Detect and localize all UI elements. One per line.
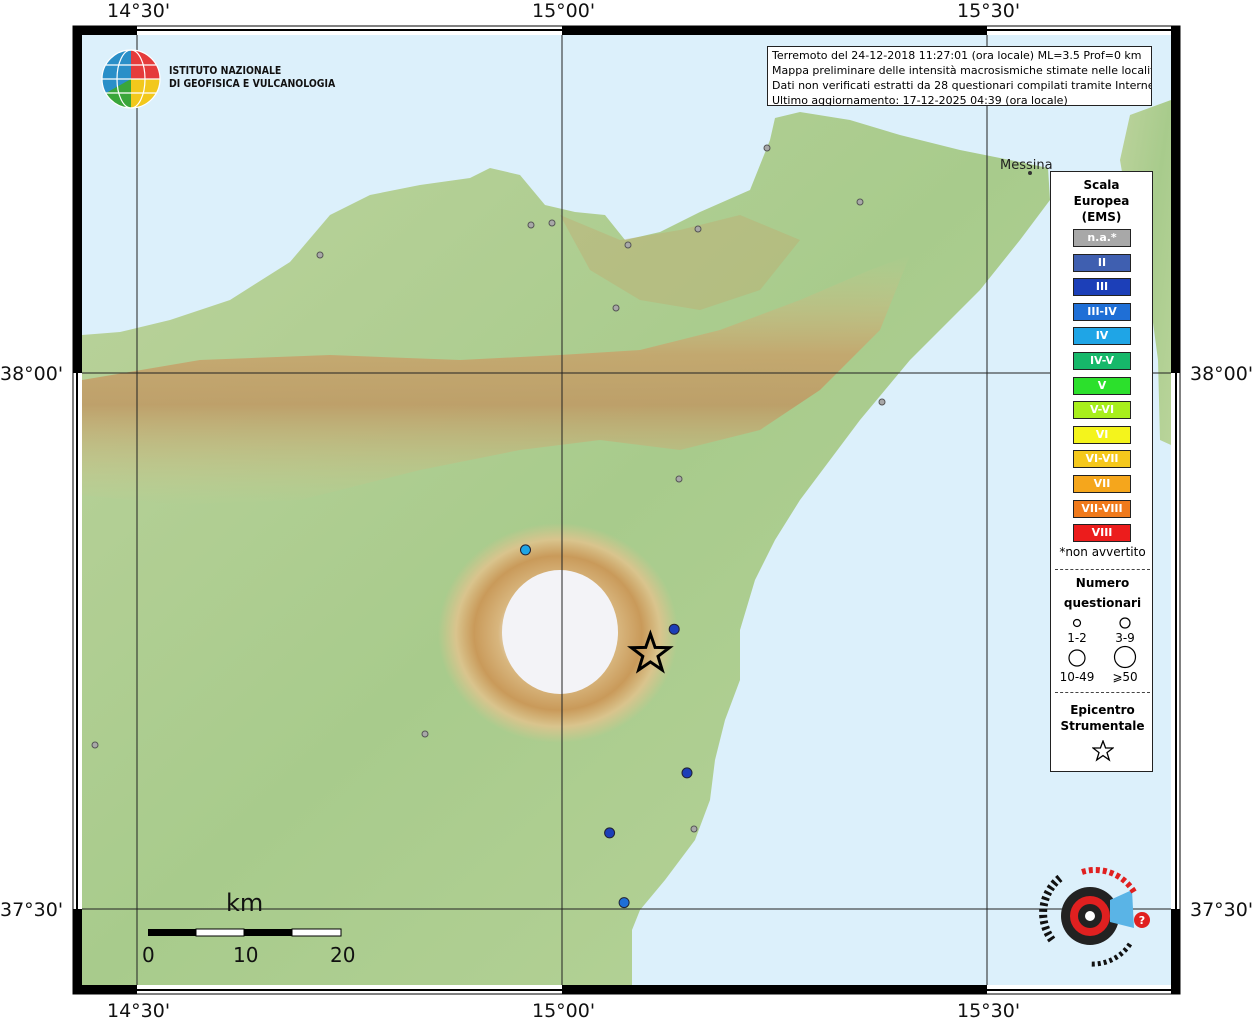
legend-title: Scala Europea (EMS) [1051,177,1152,225]
lon-label-bottom-3: 15°30' [957,1000,1021,1022]
intensity-marker [668,623,680,635]
lon-label-top-2: 15°00' [532,0,596,22]
count-title-1: Numero [1075,576,1130,590]
ingv-line-2: DI GEOFISICA E VULCANOLOGIA [169,77,336,90]
info-line-1: Terremoto del 24-12-2018 11:27:01 (ora l… [772,49,1142,62]
legend-item: IV [1073,327,1131,346]
etna-summit [502,570,618,694]
intensity-marker [520,544,531,556]
intensity-marker [681,767,693,779]
count-symbol-10-49 [1068,649,1086,667]
hai-sentito-logo-icon: ? [1039,867,1150,967]
legend-item: III [1073,278,1131,297]
legend-title-2: Europea [1073,194,1130,208]
scale-bar [148,928,342,937]
lon-label-top-3: 15°30' [957,0,1021,22]
info-line-4: Ultimo aggiornamento: 17-12-2025 04:39 (… [772,94,1068,106]
count-title-2: questionari [1063,596,1142,610]
lat-label-right-2: 37°30' [1190,899,1254,921]
legend-item: IV-V [1073,352,1131,370]
ingv-globe-icon [101,49,161,109]
lon-label-top-1: 14°30' [107,0,171,22]
epicenter-title-1: Epicentro [1070,703,1135,717]
city-label-messina: Messina [1000,158,1053,173]
ingv-line-1: ISTITUTO NAZIONALE [169,64,282,77]
legend-item: n.a.* [1073,229,1131,247]
scale-tick-0: 0 [142,943,155,967]
lat-label-left-2: 37°30' [0,899,64,921]
count-label-3: 10-49 [1059,670,1095,684]
legend-title-1: Scala [1083,178,1120,192]
epicenter-title-2: Strumentale [1060,719,1145,733]
count-symbol-3-9 [1119,617,1131,629]
legend-title-3: (EMS) [1081,210,1122,224]
event-info-box: Terremoto del 24-12-2018 11:27:01 (ora l… [767,46,1152,106]
lat-label-left-1: 38°00' [0,363,64,385]
intensity-marker [604,827,616,839]
lon-label-bottom-1: 14°30' [107,1000,171,1022]
legend-separator-1 [1055,569,1150,570]
legend-item: VII [1073,475,1131,493]
info-line-3: Dati non verificati estratti da 28 quest… [772,79,1152,92]
scale-tick-10: 10 [233,943,259,967]
count-label-4: ⩾50 [1112,670,1138,684]
legend-item: VIII [1073,524,1131,543]
legend-item: II [1073,253,1131,272]
scale-unit: km [226,889,264,917]
count-symbol-50 [1113,645,1137,669]
intensity-legend: Scala Europea (EMS) n.a.* II III III-IV IV IV… [1050,171,1153,772]
epicenter-star-icon [1092,740,1114,762]
legend-item: VII-VIII [1073,499,1131,518]
legend-item: III-IV [1073,302,1131,321]
legend-separator-2 [1055,692,1150,693]
info-line-2: Mappa preliminare delle intensità macros… [772,64,1152,77]
intensity-marker [618,897,630,909]
count-label-2: 3-9 [1115,631,1135,645]
legend-item: V-VI [1073,401,1131,420]
legend-note: *non avvertito [1059,545,1146,559]
count-symbol-1-2 [1072,618,1082,628]
legend-item: V [1073,376,1131,395]
lat-label-right-1: 38°00' [1190,363,1254,385]
svg-text:?: ? [1139,914,1145,927]
ingv-name: ISTITUTO NAZIONALE DI GEOFISICA E VULCAN… [169,64,335,90]
legend-item: VI [1073,425,1131,444]
count-label-1: 1-2 [1067,631,1087,645]
scale-tick-20: 20 [330,943,356,967]
lon-label-bottom-2: 15°00' [532,1000,596,1022]
legend-item: VI-VII [1073,450,1131,469]
